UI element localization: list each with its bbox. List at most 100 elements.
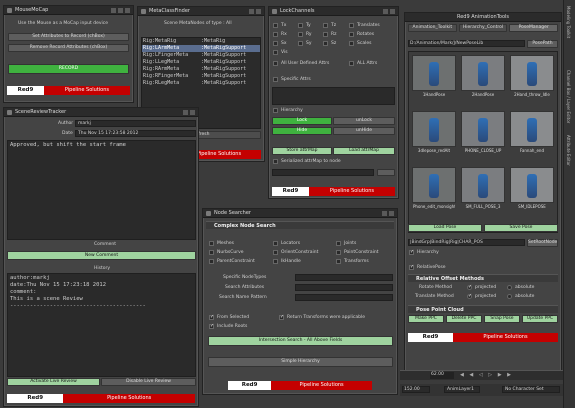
close-icon[interactable] <box>390 8 395 14</box>
current-frame-field[interactable]: 62.00 <box>430 372 454 379</box>
ry-checkbox[interactable] <box>298 32 303 37</box>
author-field[interactable]: markj <box>75 120 196 127</box>
hierarchy-checkbox[interactable] <box>273 108 278 113</box>
lockchannels-titlebar[interactable]: LockChannels <box>269 7 398 16</box>
anim-layer-field[interactable]: AnimLayer1 <box>444 386 480 393</box>
store-attrmap-button[interactable]: Store attrMap <box>272 147 332 155</box>
return-transforms-checkbox[interactable] <box>279 314 284 320</box>
unhide-button[interactable]: unHide <box>333 127 395 135</box>
set-root-node-button[interactable]: SetRootNode <box>527 239 558 247</box>
minimize-icon[interactable] <box>383 8 388 14</box>
rotate-absolute-radio[interactable] <box>507 285 512 290</box>
serialized-node-field[interactable] <box>272 169 374 176</box>
time-slider[interactable]: 62.00 ◀ ◀ ◁ ▷ ▶ ▶ <box>400 370 563 380</box>
sx-checkbox[interactable] <box>273 41 278 46</box>
metanode-row[interactable]: Rig:MetaRig:MetaRig <box>142 38 260 45</box>
pose-grid[interactable]: 1HandPose 2HandPose 2Hand_throw_Idle 3dlepo… <box>408 51 558 233</box>
metanode-row[interactable]: Rig:LFingerMeta:MetaRigSupport <box>142 52 260 59</box>
save-pose-button[interactable]: Save Pose <box>484 224 558 232</box>
history-text[interactable]: author:markj date:Thu Nov 15 17:23:18 201… <box>7 273 196 377</box>
lock-button[interactable]: Lock <box>272 117 332 125</box>
hierarchy-checkbox[interactable] <box>409 249 414 255</box>
search-attributes-field[interactable] <box>295 284 393 291</box>
meshes-checkbox[interactable] <box>209 241 214 246</box>
vis-checkbox[interactable] <box>273 50 278 55</box>
disable-live-review-button[interactable]: Disable Live Review <box>101 378 196 386</box>
tx-checkbox[interactable] <box>273 23 278 28</box>
simple-hierarchy-button[interactable]: Simple Hierarchy <box>208 357 393 367</box>
metaclass-titlebar[interactable]: MetaClassFinder <box>138 7 264 16</box>
character-set-field[interactable]: No Character Set <box>502 386 560 393</box>
tab-hierarchy-control[interactable]: Hierarchy_Control <box>458 24 508 32</box>
animtools-titlebar[interactable]: Red9 AnimationTools <box>405 13 561 22</box>
posepath-button[interactable]: PosePath <box>527 40 558 48</box>
side-tab-channel-box[interactable]: Channel Box / Layer Editor <box>566 70 571 123</box>
side-tab-attribute-editor[interactable]: Attribute Editor <box>566 135 571 166</box>
ikhandle-checkbox[interactable] <box>273 259 278 264</box>
specific-attrs-field[interactable] <box>272 87 395 105</box>
pointconstraint-checkbox[interactable] <box>336 250 341 255</box>
search-name-field[interactable] <box>295 294 393 301</box>
close-icon[interactable] <box>256 8 261 14</box>
minimize-icon[interactable] <box>183 109 188 115</box>
minimize-icon[interactable] <box>249 8 254 14</box>
pose-thumbnail[interactable]: 3dlepose_redAlt <box>412 111 456 153</box>
load-pose-button[interactable]: Load Pose <box>408 224 482 232</box>
sy-checkbox[interactable] <box>298 41 303 46</box>
range-start-field[interactable]: 152.00 <box>402 386 430 393</box>
pose-point-cloud-header[interactable]: Pose Point Cloud <box>408 305 558 313</box>
translate-projected-radio[interactable] <box>467 293 472 299</box>
relative-pose-checkbox[interactable] <box>409 264 414 270</box>
date-field[interactable]: Thu Nov 15 17:23:58 2012 <box>75 130 196 137</box>
update-ppc-button[interactable]: Update PPC <box>522 315 558 323</box>
intersection-search-button[interactable]: Intersection Search - All Above Fields <box>208 336 393 346</box>
minimize-icon[interactable] <box>382 210 387 216</box>
metanode-row[interactable]: Rig:LArmMeta:MetaRigSupport <box>142 45 260 52</box>
specific-checkbox[interactable] <box>273 77 278 82</box>
mousemocap-titlebar[interactable]: MouseMoCap <box>4 6 133 15</box>
close-icon[interactable] <box>125 7 130 13</box>
from-selected-checkbox[interactable] <box>209 314 214 320</box>
pose-path-field[interactable]: D:/Animation/Mark/J/NewPoseLib <box>408 40 525 47</box>
pose-thumbnail[interactable]: 2Hand_throw_Idle <box>510 55 554 97</box>
orientconstraint-checkbox[interactable] <box>273 250 278 255</box>
scenereview-titlebar[interactable]: SceneReviewTracker <box>4 108 198 117</box>
activate-live-review-button[interactable]: Activate Live Review <box>7 378 100 386</box>
sz-checkbox[interactable] <box>323 41 328 46</box>
all-user-checkbox[interactable] <box>273 61 278 66</box>
complex-node-search-header[interactable]: Complex Node Search <box>206 221 394 229</box>
hide-button[interactable]: Hide <box>272 127 332 135</box>
transforms-checkbox[interactable] <box>336 259 341 264</box>
include-roots-checkbox[interactable] <box>209 323 214 329</box>
locators-checkbox[interactable] <box>273 241 278 246</box>
pose-thumbnail[interactable]: SM_FULL_POSE_3 <box>461 167 505 209</box>
serialized-checkbox[interactable] <box>273 159 278 164</box>
make-ppc-button[interactable]: Make PPC <box>408 315 444 323</box>
joints-checkbox[interactable] <box>336 241 341 246</box>
playback-controls[interactable]: ◀ ◀ ◁ ▷ ▶ ▶ <box>460 372 555 379</box>
new-comment-button[interactable]: New Comment <box>7 251 196 260</box>
rotate-projected-radio[interactable] <box>467 284 472 290</box>
maximize-icon[interactable] <box>118 7 123 13</box>
nurbscurve-checkbox[interactable] <box>209 250 214 255</box>
pose-thumbnail[interactable]: 1HandPose <box>412 55 456 97</box>
rotates-checkbox[interactable] <box>349 32 354 37</box>
remove-attrs-button[interactable]: Remove Record Attributes (chBox) <box>8 44 129 52</box>
all-attrs-checkbox[interactable] <box>349 61 354 66</box>
metanode-row[interactable]: Rig:RArmMeta:MetaRigSupport <box>142 66 260 73</box>
side-tab-modeling-toolkit[interactable]: Modeling Toolkit <box>566 6 571 38</box>
metanode-row[interactable]: Rig:RFingerMeta:MetaRigSupport <box>142 73 260 80</box>
snap-pose-button[interactable]: Snap Pose <box>484 315 520 323</box>
tz-checkbox[interactable] <box>323 23 328 28</box>
pose-thumbnail[interactable]: 2HandPose <box>461 55 505 97</box>
load-attrmap-button[interactable]: Load attrMap <box>333 147 395 155</box>
metanode-row[interactable]: Rig:LLegMeta:MetaRigSupport <box>142 59 260 66</box>
set-attrs-button[interactable]: Set Attributes to Record (chBox) <box>8 33 129 41</box>
scales-checkbox[interactable] <box>349 41 354 46</box>
pose-thumbnail[interactable]: SM_IDLEPOSE <box>510 167 554 209</box>
specific-nodetypes-field[interactable] <box>295 274 393 281</box>
delete-ppc-button[interactable]: Delete PPC <box>446 315 482 323</box>
parentconstraint-checkbox[interactable] <box>209 259 214 264</box>
root-node-field[interactable]: |BindGrp|BindRig|Rig|CHAR_POS <box>408 239 525 246</box>
record-button[interactable]: RECORD <box>8 64 129 74</box>
